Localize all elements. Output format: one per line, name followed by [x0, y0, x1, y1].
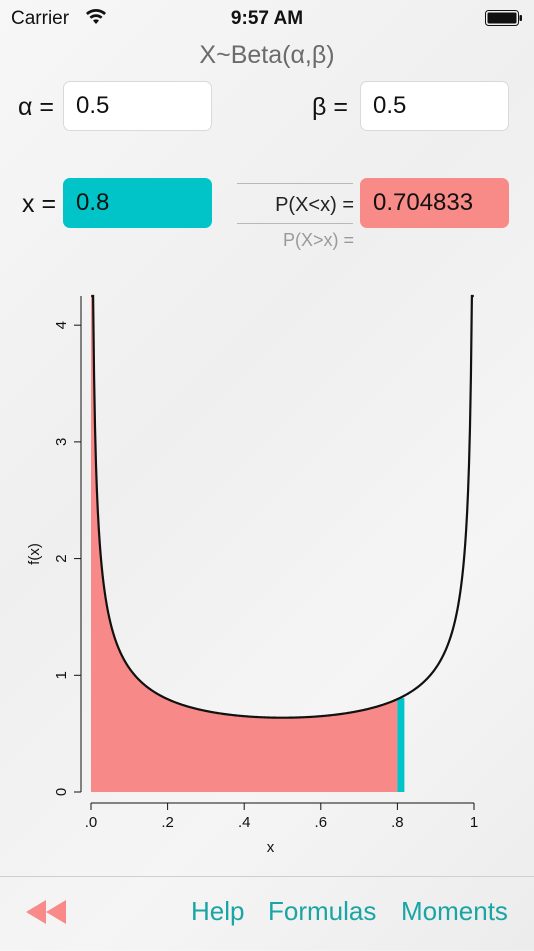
moments-button[interactable]: Moments — [401, 896, 508, 927]
x-tick-label: 1 — [470, 814, 478, 831]
x-input[interactable]: 0.8 — [63, 178, 212, 228]
y-axis-label: f(x) — [26, 543, 43, 565]
battery-icon — [485, 10, 522, 26]
help-button[interactable]: Help — [191, 896, 244, 927]
x-tick-label: .0 — [85, 814, 98, 831]
p-greater-label[interactable]: P(X>x) = — [237, 230, 354, 251]
x-tick-label: .2 — [161, 814, 174, 831]
y-tick-label: 4 — [53, 321, 70, 329]
x-label: x = — [22, 190, 57, 218]
y-tick-label: 2 — [53, 554, 70, 562]
x-tick-label: .8 — [391, 814, 404, 831]
page-title: X~Beta(α,β) — [199, 41, 335, 69]
status-bar: Carrier 9:57 AM — [0, 0, 534, 36]
y-tick-label: 3 — [53, 438, 70, 446]
x-tick-label: .4 — [238, 814, 251, 831]
shaded-area-group — [91, 296, 405, 792]
beta-label: β = — [312, 93, 348, 121]
x-marker-bar — [397, 698, 405, 792]
divider — [237, 223, 353, 224]
alpha-label: α = — [18, 93, 54, 121]
y-tick-label: 0 — [53, 788, 70, 796]
curve-group — [91, 294, 474, 719]
beta-density-chart[interactable]: .0 .2 .4 .6 .8 1 0 1 2 3 4 x f(x) — [0, 280, 534, 870]
density-curve — [91, 294, 474, 719]
p-less-label: P(X<x) = — [275, 194, 354, 216]
divider — [237, 183, 353, 184]
rewind-icon[interactable] — [26, 900, 68, 924]
alpha-input[interactable]: 0.5 — [63, 81, 212, 131]
p-less-output[interactable]: 0.704833 — [360, 178, 509, 228]
probability-area — [91, 296, 398, 792]
y-tick-label: 1 — [53, 671, 70, 679]
clock: 9:57 AM — [230, 8, 304, 29]
beta-input[interactable]: 0.5 — [360, 81, 509, 131]
x-tick-label: .6 — [315, 814, 328, 831]
formulas-button[interactable]: Formulas — [268, 896, 376, 927]
x-axis-label: x — [267, 839, 275, 856]
